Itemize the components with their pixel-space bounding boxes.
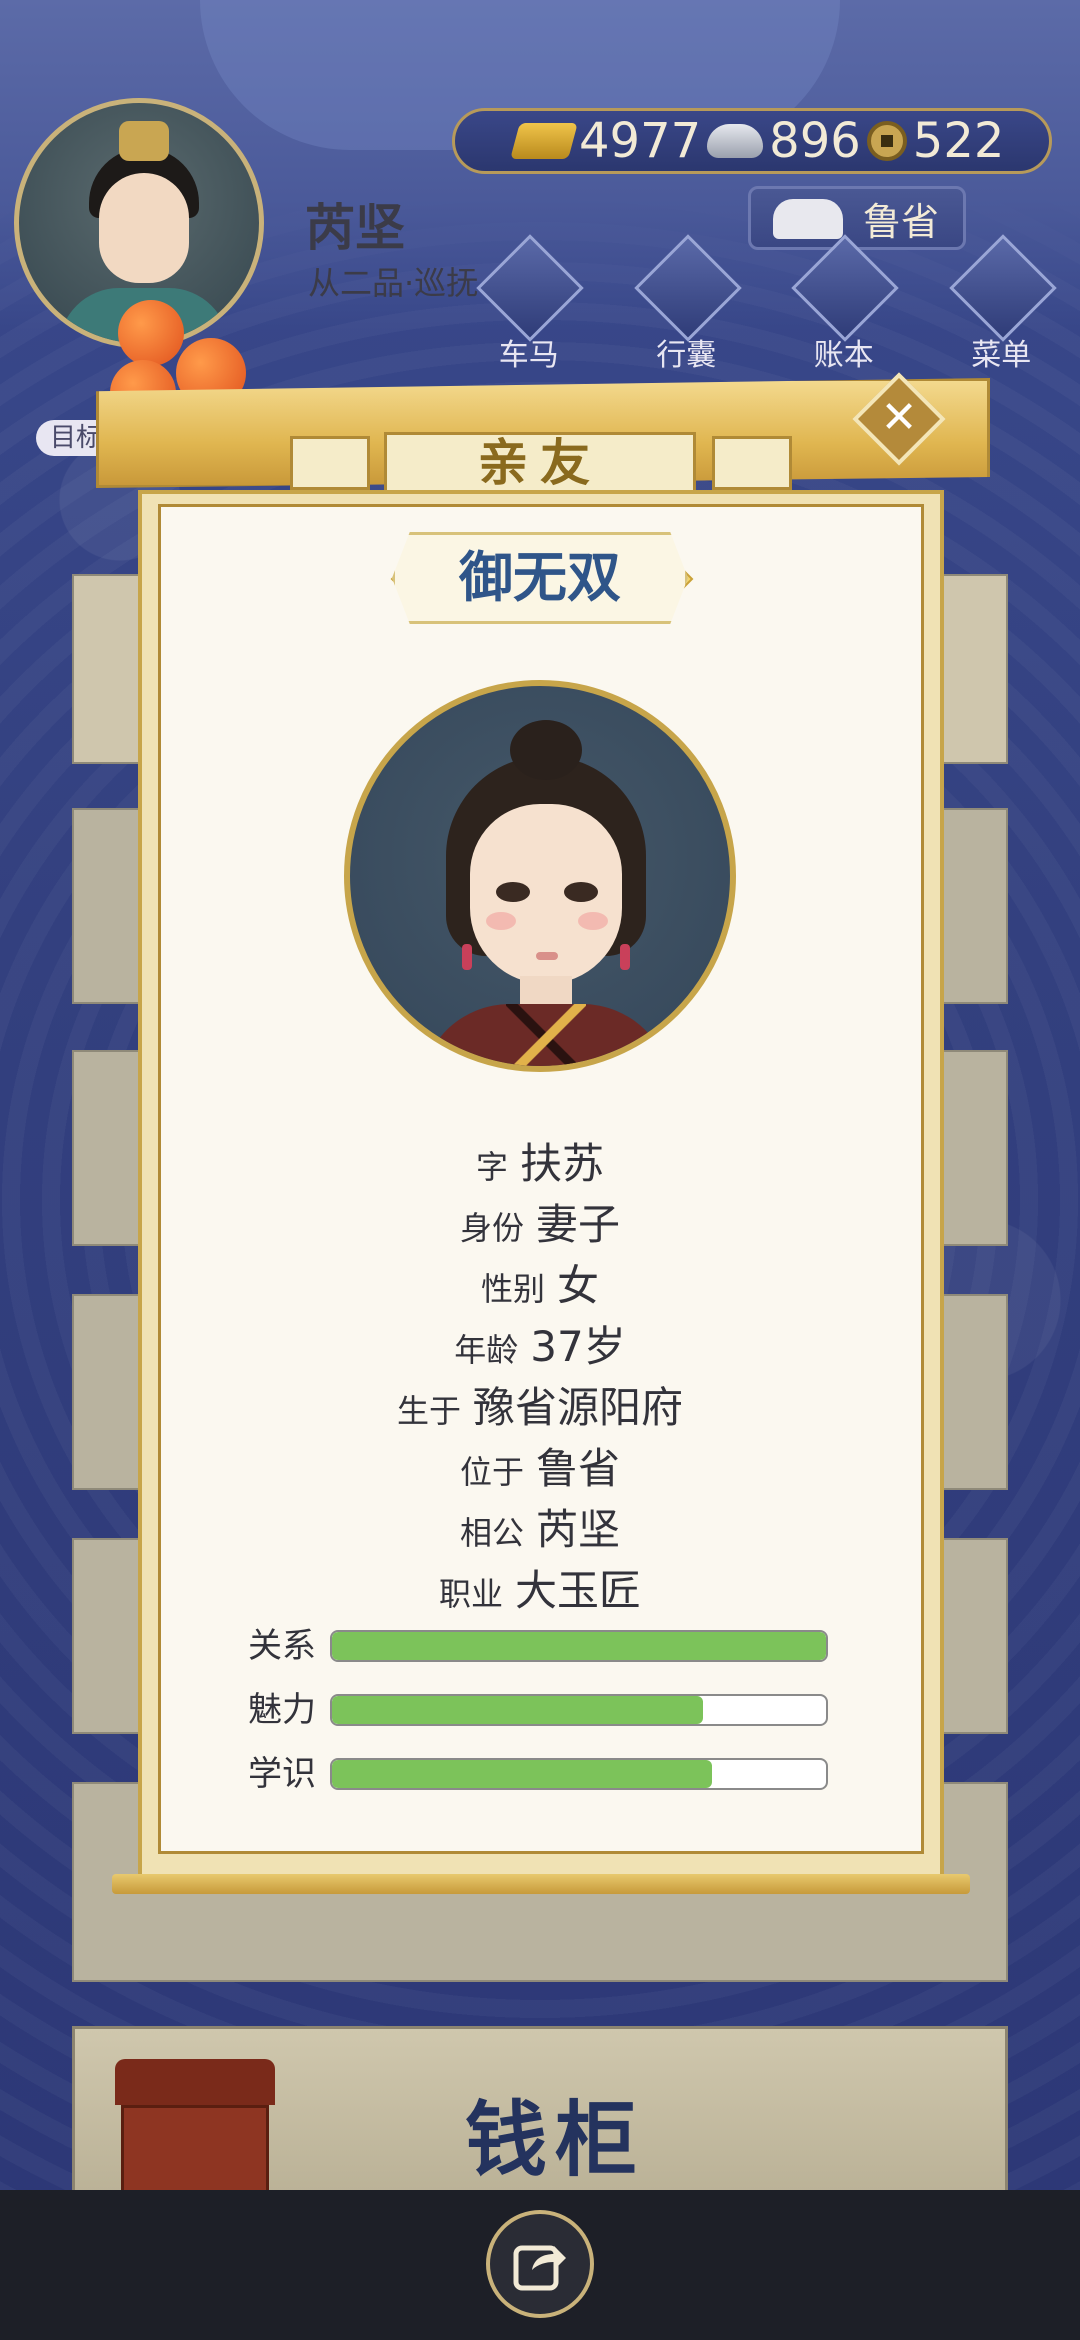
- info-key: 性别: [480, 1270, 545, 1308]
- info-row: 年龄 37岁: [180, 1313, 900, 1374]
- stat-bar-fill: [332, 1696, 703, 1724]
- gold-count: 4977: [579, 113, 702, 169]
- tab-side-ornament: [712, 436, 792, 490]
- info-value: 女: [557, 1261, 600, 1310]
- info-value: 扶苏: [520, 1139, 605, 1188]
- info-value: 大玉匠: [515, 1566, 642, 1615]
- info-value: 豫省源阳府: [473, 1383, 684, 1432]
- seal-icon: [773, 199, 843, 239]
- stat-bar-row: 学识: [248, 1754, 828, 1794]
- player-name: 芮坚: [305, 199, 405, 257]
- close-icon: ✕: [880, 392, 918, 443]
- stat-bar-track: [330, 1758, 828, 1790]
- info-value: 鲁省: [536, 1444, 621, 1493]
- share-icon: [513, 2245, 566, 2291]
- ledger-label: 账本: [813, 338, 874, 373]
- info-key: 年龄: [454, 1331, 519, 1369]
- currency-bar: 4977 896 522: [452, 108, 1052, 174]
- info-row: 字扶苏: [180, 1130, 900, 1191]
- stat-bar-track: [330, 1694, 828, 1726]
- info-row: 相公 芮坚: [180, 1496, 900, 1557]
- candied-fruit-icon: [118, 300, 184, 366]
- info-value: 妻子: [536, 1200, 621, 1249]
- gold-ingot-icon: [510, 123, 578, 159]
- info-row: 生于 豫省源阳府: [180, 1374, 900, 1435]
- treasure-chest-icon: [115, 2059, 275, 2199]
- info-key: 相公: [459, 1514, 524, 1552]
- info-key: 身份: [459, 1209, 524, 1247]
- ledger-icon: [791, 234, 899, 342]
- money-chest-title: 钱柜: [465, 2093, 646, 2188]
- silver-count: 896: [769, 113, 861, 169]
- menu-button[interactable]: 菜单: [943, 234, 1061, 373]
- menu-label: 菜单: [971, 338, 1032, 373]
- stat-label: 关系: [248, 1626, 316, 1666]
- modal-tab-title: 亲友: [384, 432, 696, 494]
- top-nav: 车马 行囊 账本 菜单: [470, 234, 1061, 373]
- menu-dots-icon: [948, 234, 1057, 342]
- stat-label: 学识: [248, 1754, 316, 1794]
- stat-bar-row: 魅力: [248, 1690, 828, 1730]
- info-key: 生于: [396, 1392, 461, 1430]
- stat-bar-row: 关系: [248, 1626, 828, 1666]
- info-row: 位于 鲁省: [180, 1435, 900, 1496]
- location-badge[interactable]: 鲁省: [748, 186, 966, 250]
- person-portrait: [344, 680, 736, 1072]
- bag-button[interactable]: 行囊: [628, 234, 746, 373]
- carriage-icon: [476, 234, 584, 342]
- info-value: 37岁: [530, 1322, 626, 1371]
- copper-coin-icon: [866, 121, 907, 161]
- info-row: 性别女: [180, 1252, 900, 1313]
- player-rank: 从二品·巡抚: [308, 264, 479, 302]
- ledger-button[interactable]: 账本: [785, 234, 903, 373]
- info-key: 位于: [459, 1453, 524, 1491]
- share-button[interactable]: [486, 2210, 594, 2318]
- stat-bar-fill: [332, 1760, 713, 1788]
- stat-bar-fill: [332, 1632, 826, 1660]
- info-key: 职业: [438, 1575, 503, 1613]
- carriage-button[interactable]: 车马: [470, 234, 588, 373]
- bag-icon: [633, 234, 742, 342]
- silver-ingot-icon: [707, 124, 764, 158]
- info-row: 身份 妻子: [180, 1191, 900, 1252]
- tab-side-ornament: [290, 436, 370, 490]
- person-name: 御无双: [392, 532, 688, 624]
- info-value: 芮坚: [536, 1505, 621, 1554]
- stat-label: 魅力: [248, 1690, 316, 1730]
- carriage-label: 车马: [498, 338, 559, 373]
- bag-label: 行囊: [656, 338, 717, 373]
- modal-bottom-rod: [112, 1874, 970, 1894]
- coin-count: 522: [912, 113, 1005, 169]
- location-label: 鲁省: [862, 199, 939, 244]
- info-key: 字: [475, 1148, 508, 1186]
- stat-bar-track: [330, 1630, 828, 1662]
- info-row: 职业 大玉匠: [180, 1557, 900, 1618]
